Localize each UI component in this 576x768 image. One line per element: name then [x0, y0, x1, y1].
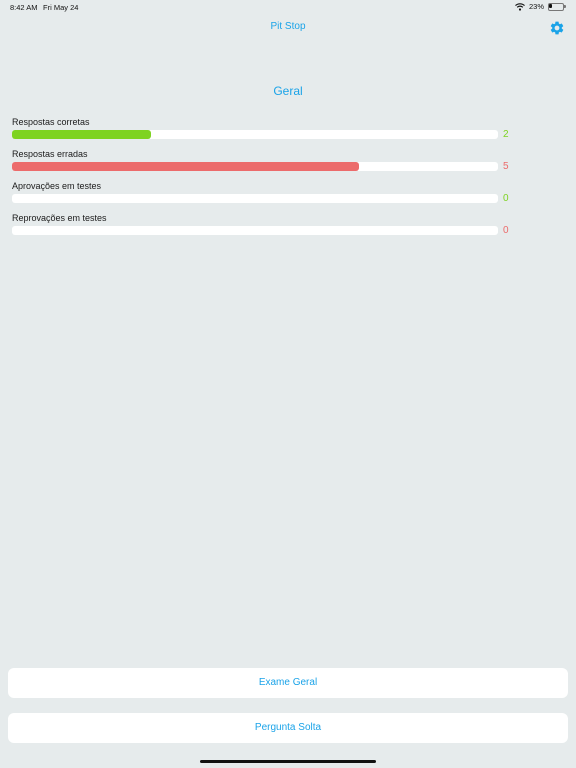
- stat-row-passed-tests: Aprovações em testes 0: [12, 181, 532, 207]
- status-date: Fri May 24: [43, 3, 79, 12]
- progress-fill: [12, 130, 151, 139]
- status-indicators: 23%: [515, 2, 566, 11]
- exam-button[interactable]: Exame Geral: [8, 668, 568, 698]
- progress-track: [12, 130, 498, 139]
- nav-title: Pit Stop: [270, 21, 306, 32]
- progress-track: [12, 226, 498, 235]
- stat-value: 5: [503, 161, 509, 172]
- stat-label: Respostas erradas: [12, 149, 88, 159]
- stat-label: Respostas corretas: [12, 117, 90, 127]
- stat-value: 0: [503, 225, 509, 236]
- stat-label: Aprovações em testes: [12, 181, 102, 191]
- battery-percent: 23%: [528, 2, 544, 11]
- progress-fill: [12, 162, 360, 171]
- stat-value: 2: [503, 129, 509, 140]
- progress-track: [12, 162, 498, 171]
- gear-icon: [550, 21, 564, 35]
- stat-label: Reprovações em testes: [12, 213, 107, 223]
- battery-icon: [548, 2, 566, 11]
- home-indicator: [200, 760, 376, 763]
- question-button[interactable]: Pergunta Solta: [8, 713, 568, 743]
- section-title: Geral: [273, 84, 303, 98]
- wifi-icon: [515, 2, 525, 11]
- stat-row-failed-tests: Reprovações em testes 0: [12, 213, 532, 239]
- settings-button[interactable]: [549, 20, 565, 36]
- status-time: 8:42 AM: [10, 3, 38, 12]
- status-bar: 8:42 AM Fri May 24 23%: [0, 0, 576, 14]
- progress-track: [12, 194, 498, 203]
- stat-row-wrong: Respostas erradas 5: [12, 149, 532, 175]
- stat-value: 0: [503, 193, 509, 204]
- stat-row-correct: Respostas corretas 2: [12, 117, 532, 143]
